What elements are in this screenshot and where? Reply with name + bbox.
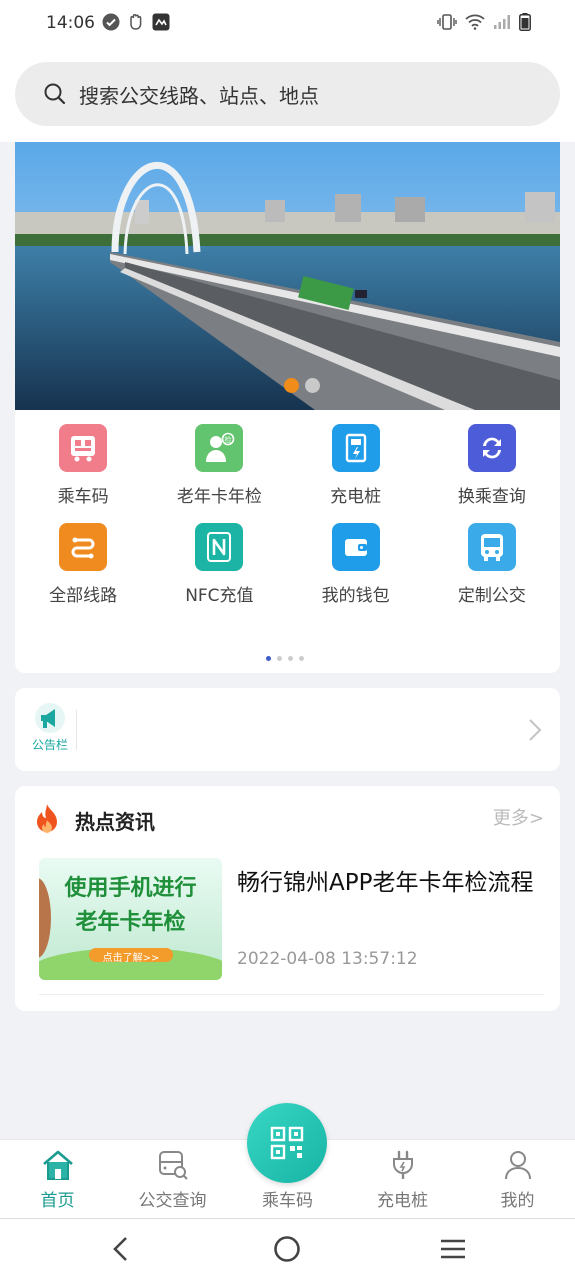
thumb-button-text: 点击了解>> xyxy=(102,953,160,964)
check-circle-icon xyxy=(102,13,120,31)
page-dot xyxy=(299,656,304,661)
tab-label: 首页 xyxy=(40,1191,75,1211)
vibrate-icon xyxy=(437,14,457,30)
megaphone-icon xyxy=(35,703,65,733)
search-input[interactable]: 搜索公交线路、站点、地点 xyxy=(15,62,560,126)
elderly-card-icon: 检 xyxy=(195,424,244,472)
tab-label: 公交查询 xyxy=(138,1191,207,1211)
notice-divider xyxy=(76,710,77,750)
plug-icon xyxy=(392,1150,413,1179)
article-thumbnail[interactable]: 使用手机进行 老年卡年检 点击了解>> xyxy=(39,858,222,980)
bridge-photo xyxy=(15,142,560,410)
grid-item-wallet[interactable]: 我的钱包 xyxy=(288,523,424,606)
tab-label: 乘车码 xyxy=(262,1191,313,1211)
system-nav-bar xyxy=(0,1218,575,1281)
article-date: 2022-04-08 13:57:12 xyxy=(237,949,418,969)
bus-qr-icon xyxy=(59,424,108,472)
grid-item-charging[interactable]: 充电桩 xyxy=(288,424,424,507)
tab-mine[interactable]: 我的 xyxy=(460,1140,575,1211)
tab-label: 充电桩 xyxy=(377,1191,428,1211)
hand-icon xyxy=(130,14,142,30)
article-title[interactable]: 畅行锦州APP老年卡年检流程 xyxy=(237,866,537,900)
wifi-icon xyxy=(465,14,485,30)
thumb-text-line2: 老年卡年检 xyxy=(75,910,186,935)
hot-news-card: 热点资讯 更多> 使用手机进行 老年卡年检 点击了解>> 畅行锦州APP老年卡年… xyxy=(15,786,560,1011)
function-grid-card: 乘车码 检 老年卡年检 充电桩 换乘查询 全部线路 NFC充值 我的钱包 定制公… xyxy=(15,410,560,673)
charging-pile-icon xyxy=(331,424,380,472)
custom-bus-icon xyxy=(467,523,516,571)
notice-logo: 公告栏 xyxy=(29,702,71,753)
thumb-text-line1: 使用手机进行 xyxy=(64,876,197,901)
grid-label: 定制公交 xyxy=(457,586,526,606)
search-icon xyxy=(44,83,66,105)
banner-dot[interactable] xyxy=(284,378,299,393)
all-routes-icon xyxy=(59,523,108,571)
grid-label: 全部线路 xyxy=(49,586,118,606)
search-area: 搜索公交线路、站点、地点 xyxy=(0,48,575,142)
grid-label: 换乘查询 xyxy=(457,487,526,507)
tab-bus-search[interactable]: 公交查询 xyxy=(115,1140,230,1211)
news-section-title: 热点资讯 xyxy=(75,810,155,834)
search-placeholder: 搜索公交线路、站点、地点 xyxy=(79,83,319,108)
status-time: 14:06 xyxy=(46,13,95,33)
banner-carousel[interactable] xyxy=(15,142,560,410)
grid-label: 充电桩 xyxy=(330,487,382,507)
grid-page-indicator xyxy=(266,656,304,661)
grid-item-nfc[interactable]: NFC充值 xyxy=(151,523,287,606)
function-grid: 乘车码 检 老年卡年检 充电桩 换乘查询 全部线路 NFC充值 我的钱包 定制公… xyxy=(15,424,560,606)
grid-item-custom-bus[interactable]: 定制公交 xyxy=(424,523,560,606)
bus-search-icon xyxy=(158,1151,188,1180)
chevron-right-icon[interactable] xyxy=(528,718,542,742)
home-circle-icon[interactable] xyxy=(273,1235,301,1263)
tab-home[interactable]: 首页 xyxy=(0,1140,115,1211)
banner-dots xyxy=(284,378,320,393)
transfer-icon xyxy=(467,424,516,472)
page-dot xyxy=(266,656,271,661)
status-right-icons xyxy=(437,13,531,31)
news-divider xyxy=(39,994,544,995)
status-bar: 14:06 xyxy=(0,0,575,48)
notice-board[interactable]: 公告栏 xyxy=(15,688,560,771)
grid-item-elderly-card[interactable]: 检 老年卡年检 xyxy=(151,424,287,507)
grid-label: 老年卡年检 xyxy=(176,487,262,507)
qr-code-icon xyxy=(270,1126,304,1160)
tab-charging[interactable]: 充电桩 xyxy=(345,1140,460,1211)
grid-label: NFC充值 xyxy=(185,586,254,606)
battery-icon xyxy=(519,13,531,31)
grid-item-all-routes[interactable]: 全部线路 xyxy=(15,523,151,606)
nfc-icon xyxy=(195,523,244,571)
page-dot xyxy=(277,656,282,661)
news-more-link[interactable]: 更多> xyxy=(493,804,544,830)
menu-icon[interactable] xyxy=(439,1235,467,1263)
banner-dot[interactable] xyxy=(305,378,320,393)
page-dot xyxy=(288,656,293,661)
svg-text:检: 检 xyxy=(225,435,232,444)
grid-label: 乘车码 xyxy=(57,487,109,507)
app-badge-icon xyxy=(152,13,170,31)
grid-item-transfer[interactable]: 换乘查询 xyxy=(424,424,560,507)
grid-label: 我的钱包 xyxy=(321,586,390,606)
wallet-icon xyxy=(331,523,380,571)
tab-label: 我的 xyxy=(500,1191,535,1211)
grid-item-bus-code[interactable]: 乘车码 xyxy=(15,424,151,507)
signal-icon xyxy=(494,15,510,29)
qr-code-fab-button[interactable] xyxy=(247,1103,327,1183)
back-icon[interactable] xyxy=(110,1235,132,1263)
status-left-icons xyxy=(102,13,170,31)
notice-label: 公告栏 xyxy=(31,738,68,752)
fire-icon xyxy=(37,804,57,833)
home-icon xyxy=(42,1150,73,1180)
user-icon xyxy=(504,1151,531,1180)
